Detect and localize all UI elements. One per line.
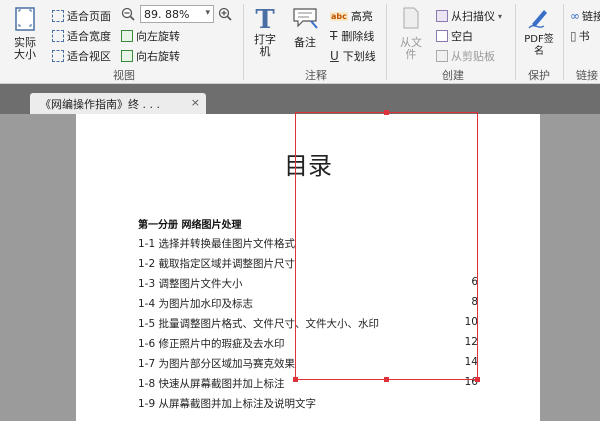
divider (563, 4, 564, 80)
zoom-in-icon (218, 7, 232, 21)
typewriter-button[interactable]: T 打字机 (250, 6, 280, 58)
toc-title: 1-9 从屏幕截图并加上标注及说明文字 (138, 398, 316, 410)
protect-group-label: 保护 (528, 69, 550, 82)
divider (386, 4, 387, 80)
underline-label: 下划线 (342, 50, 376, 63)
highlight-icon: abc (330, 11, 348, 21)
rotate-right-button[interactable]: 向右旋转 (121, 48, 180, 64)
ribbon-toolbar: 实际大小 适合页面 适合宽度 适合视区 89. 88% ▾ 向左旋转 向右旋转 … (0, 0, 600, 84)
typewriter-label: 打字机 (254, 33, 276, 58)
pdf-sign-label: PDF签名 (524, 34, 554, 57)
toc-title: 1-8 快速从屏幕截图并加上标注 (138, 378, 285, 390)
scanner-icon (436, 10, 448, 22)
highlight-button[interactable]: abc 高亮 (330, 8, 373, 24)
section-heading: 第一分册 网络图片处理 (138, 220, 242, 231)
fit-view-icon (52, 50, 64, 62)
strikeout-label: 删除线 (341, 30, 375, 43)
pdf-sign-button[interactable]: PDF签名 (521, 4, 557, 58)
bookmark-label: 书 (578, 30, 590, 43)
bookmark-icon: ▯ (570, 29, 577, 43)
from-file-button[interactable]: 从文件 (394, 6, 428, 61)
bookmark-button[interactable]: ▯ 书 (570, 28, 590, 44)
divider (515, 4, 516, 80)
resize-handle-top-center[interactable] (384, 110, 389, 115)
document-tab-title: 《网编操作指南》终 . . . (40, 98, 160, 111)
link-label: 链接 (582, 10, 600, 23)
actual-size-label: 实际大小 (14, 36, 36, 61)
blank-button[interactable]: 空白 (436, 28, 473, 44)
zoom-out-icon (121, 7, 135, 21)
zoom-value: 89. 88% (144, 8, 190, 21)
toc-title: 1-3 调整图片文件大小 (138, 278, 243, 290)
chevron-down-icon[interactable]: ▾ (205, 8, 210, 18)
note-label: 备注 (294, 36, 316, 49)
strikeout-button[interactable]: T 删除线 (330, 28, 374, 44)
fit-page-label: 适合页面 (67, 10, 111, 23)
links-group-label: 链接 (576, 69, 598, 82)
document-tab-bar: 《网编操作指南》终 . . . × (0, 84, 600, 114)
from-clipboard-button[interactable]: 从剪贴板 (436, 48, 495, 64)
toc-title: 1-1 选择并转换最佳图片文件格式 (138, 238, 295, 250)
resize-handle-bottom-right[interactable] (475, 377, 480, 382)
from-clipboard-label: 从剪贴板 (451, 50, 495, 63)
clipboard-icon (436, 50, 448, 62)
from-scanner-button[interactable]: 从扫描仪 ▾ (436, 8, 502, 24)
fit-page-icon (52, 10, 64, 22)
zoom-out-button[interactable] (121, 7, 135, 21)
fit-width-icon (52, 30, 64, 42)
rotate-left-button[interactable]: 向左旋转 (121, 28, 180, 44)
fit-width-label: 适合宽度 (67, 30, 111, 43)
chevron-down-icon[interactable]: ▾ (498, 12, 502, 21)
fit-view-button[interactable]: 适合视区 (52, 48, 111, 64)
fit-page-button[interactable]: 适合页面 (52, 8, 111, 24)
toc-title: 1-4 为图片加水印及标志 (138, 298, 253, 310)
create-group-label: 创建 (442, 69, 464, 82)
rotate-left-icon (121, 30, 133, 42)
strikeout-icon: T (330, 29, 338, 43)
close-icon[interactable]: × (191, 96, 200, 109)
blank-page-icon (436, 30, 448, 42)
actual-size-button[interactable]: 实际大小 (8, 6, 42, 61)
document-tab[interactable]: 《网编操作指南》终 . . . × (30, 93, 206, 114)
view-group-label: 视图 (113, 69, 135, 82)
toc-row: 1-9 从屏幕截图并加上标注及说明文字 (138, 396, 478, 416)
toc-title: 1-7 为图片部分区域加马赛克效果 (138, 358, 295, 370)
zoom-input[interactable]: 89. 88% ▾ (140, 5, 214, 23)
rotate-right-label: 向右旋转 (136, 50, 180, 63)
blank-label: 空白 (451, 30, 473, 43)
from-scanner-label: 从扫描仪 (451, 10, 495, 23)
rotate-left-label: 向左旋转 (136, 30, 180, 43)
typewriter-icon: T (255, 5, 275, 35)
file-icon (403, 7, 419, 29)
fit-view-label: 适合视区 (67, 50, 111, 63)
resize-handle-bottom-left[interactable] (293, 377, 298, 382)
annotate-group-label: 注释 (305, 69, 327, 82)
link-icon: ∞ (570, 9, 580, 23)
fit-width-button[interactable]: 适合宽度 (52, 28, 111, 44)
zoom-in-button[interactable] (218, 7, 232, 21)
toc-title: 1-2 截取指定区域并调整图片尺寸 (138, 258, 295, 270)
pen-sign-icon (528, 10, 547, 29)
divider (243, 4, 244, 80)
rotate-right-icon (121, 50, 133, 62)
toc-title: 1-6 修正照片中的瑕疵及去水印 (138, 338, 285, 350)
from-file-label: 从文件 (400, 36, 422, 61)
note-icon (293, 8, 318, 29)
actual-size-icon (15, 7, 35, 31)
link-button[interactable]: ∞ 链接 (570, 8, 600, 24)
resize-handle-bottom-center[interactable] (384, 377, 389, 382)
note-button[interactable]: 备注 (288, 6, 322, 49)
selection-rectangle[interactable] (293, 110, 480, 382)
underline-button[interactable]: U 下划线 (330, 48, 376, 64)
underline-icon: U (330, 49, 339, 63)
highlight-label: 高亮 (350, 10, 373, 23)
